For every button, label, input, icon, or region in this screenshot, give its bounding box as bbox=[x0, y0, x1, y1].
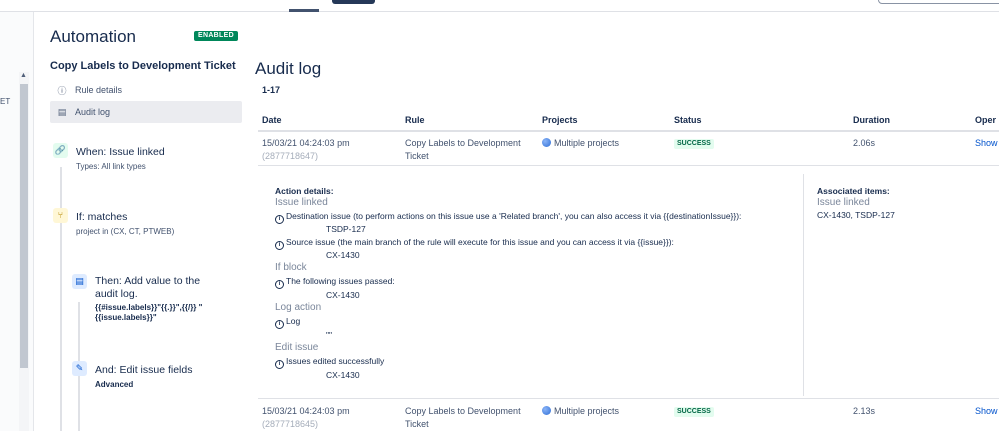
result-range: 1-17 bbox=[262, 85, 281, 95]
audit-log-main: Audit log 1-17 Date Rule Projects Status… bbox=[248, 12, 999, 431]
row-divider bbox=[258, 165, 999, 166]
if-block-value: CX-1430 bbox=[326, 290, 360, 300]
row-1-status-badge: SUCCESS bbox=[674, 139, 714, 149]
column-header-projects[interactable]: Projects bbox=[542, 115, 578, 125]
rule-name: Copy Labels to Development Ticket bbox=[50, 60, 236, 72]
column-header-status[interactable]: Status bbox=[674, 115, 702, 125]
left-nav-truncated-label: ET bbox=[0, 97, 11, 106]
branch-icon: ⑂ bbox=[53, 208, 68, 223]
edit-issue-text: i Issues edited successfully bbox=[275, 356, 384, 369]
action-log-code: {{#issue.labels}}"{{.}}",{{/}} "{{issue.… bbox=[95, 303, 203, 322]
row-1-duration: 2.06s bbox=[853, 138, 876, 148]
nav-rule-details-label: Rule details bbox=[75, 85, 123, 95]
row-1-date: 15/03/21 04:24:03 pm (2877718647) bbox=[262, 137, 350, 163]
nav-rule-details[interactable]: ⓘ Rule details bbox=[50, 79, 242, 101]
rule-sidebar: Automation ENABLED Copy Labels to Develo… bbox=[34, 12, 248, 431]
info-icon: ⓘ bbox=[57, 85, 67, 96]
trigger-title[interactable]: When: Issue linked bbox=[76, 146, 165, 159]
source-issue-value: CX-1430 bbox=[326, 250, 360, 260]
row-2-date-text: 15/03/21 04:24:03 pm bbox=[262, 406, 350, 416]
log-action-title: Log action bbox=[275, 302, 322, 313]
header-divider bbox=[258, 130, 999, 132]
row-1-projects-text: Multiple projects bbox=[554, 138, 620, 148]
details-divider bbox=[803, 174, 804, 396]
flow-connector-line bbox=[60, 167, 62, 431]
top-search-input[interactable] bbox=[878, 0, 999, 4]
column-header-duration[interactable]: Duration bbox=[853, 115, 890, 125]
issue-linked-title: Issue linked bbox=[275, 197, 328, 208]
row-2-id: (2877718645) bbox=[262, 419, 319, 429]
destination-issue-value: TSDP-127 bbox=[326, 224, 366, 234]
info-icon: i bbox=[275, 320, 284, 329]
pencil-icon: ✎ bbox=[72, 361, 87, 376]
scroll-up-arrow-icon[interactable]: ▲ bbox=[20, 72, 27, 79]
action-edit-title[interactable]: And: Edit issue fields bbox=[95, 364, 192, 377]
row-2-status-badge: SUCCESS bbox=[674, 407, 714, 417]
row-1-rule: Copy Labels to Development Ticket bbox=[405, 138, 521, 161]
row-1-show-link[interactable]: Show bbox=[975, 137, 998, 150]
associated-issue-linked-title: Issue linked bbox=[817, 197, 870, 208]
column-header-rule[interactable]: Rule bbox=[405, 115, 425, 125]
log-action-value: "" bbox=[326, 330, 333, 340]
row-1-projects: Multiple projects bbox=[542, 137, 619, 150]
info-icon: i bbox=[275, 215, 284, 224]
condition-title[interactable]: If: matches bbox=[76, 211, 127, 224]
action-details-panel: Action details: Issue linked i Destinatio… bbox=[263, 174, 999, 396]
nav-audit-log-label: Audit log bbox=[75, 107, 111, 117]
automation-title: Automation bbox=[50, 27, 136, 46]
sidebar-scrollbar-thumb[interactable] bbox=[20, 84, 28, 368]
if-block-text: i The following issues passed: bbox=[275, 276, 395, 289]
if-block-title: If block bbox=[275, 262, 307, 273]
top-nav-button[interactable] bbox=[332, 0, 375, 4]
globe-icon bbox=[542, 138, 551, 147]
edit-issue-label: Issues edited successfully bbox=[286, 356, 385, 366]
destination-issue-label: Destination issue (to perform actions on… bbox=[286, 211, 742, 221]
action-edit-subtitle: Advanced bbox=[95, 380, 134, 389]
action-details-heading: Action details: bbox=[275, 186, 334, 196]
row-divider bbox=[258, 398, 999, 399]
source-issue-text: i Source issue (the main branch of the ru… bbox=[275, 237, 674, 250]
row-2-show-link[interactable]: Show bbox=[975, 405, 998, 418]
row-2-date: 15/03/21 04:24:03 pm (2877718645) bbox=[262, 405, 350, 431]
action-log-title[interactable]: Then: Add value to the audit log. bbox=[95, 275, 225, 301]
nav-audit-log[interactable]: ▤ Audit log bbox=[50, 101, 242, 123]
top-navigation-bar bbox=[0, 0, 999, 12]
info-icon: i bbox=[275, 241, 284, 250]
info-icon: i bbox=[275, 280, 284, 289]
source-issue-label: Source issue (the main branch of the rul… bbox=[286, 237, 674, 247]
globe-icon bbox=[542, 406, 551, 415]
enabled-badge: ENABLED bbox=[194, 31, 238, 41]
log-action-text: i Log bbox=[275, 316, 300, 329]
link-icon: 🔗 bbox=[53, 143, 68, 158]
row-2-projects: Multiple projects bbox=[542, 405, 619, 418]
row-2-duration: 2.13s bbox=[853, 406, 876, 416]
associated-items-heading: Associated items: bbox=[817, 186, 890, 196]
info-icon: i bbox=[275, 360, 284, 369]
row-2-rule: Copy Labels to Development Ticket bbox=[405, 406, 521, 429]
page-title: Audit log bbox=[255, 59, 322, 78]
destination-issue-text: i Destination issue (to perform actions o… bbox=[275, 211, 741, 224]
left-navigation-strip: ET ▲ bbox=[0, 12, 34, 431]
row-1-date-text: 15/03/21 04:24:03 pm bbox=[262, 138, 350, 148]
if-block-label: The following issues passed: bbox=[286, 276, 395, 286]
column-header-operations[interactable]: Oper bbox=[975, 115, 996, 125]
column-header-date[interactable]: Date bbox=[262, 115, 282, 125]
row-2-projects-text: Multiple projects bbox=[554, 406, 620, 416]
condition-subtitle: project in (CX, CT, PTWEB) bbox=[76, 227, 175, 236]
trigger-subtitle: Types: All link types bbox=[76, 162, 146, 171]
document-icon: ▤ bbox=[57, 106, 67, 117]
edit-issue-value: CX-1430 bbox=[326, 370, 360, 380]
row-1-id: (2877718647) bbox=[262, 151, 319, 161]
log-action-label: Log bbox=[286, 316, 301, 326]
log-icon: ▤ bbox=[72, 274, 87, 289]
associated-issue-links[interactable]: CX-1430, TSDP-127 bbox=[817, 210, 895, 220]
edit-issue-title: Edit issue bbox=[275, 342, 319, 353]
